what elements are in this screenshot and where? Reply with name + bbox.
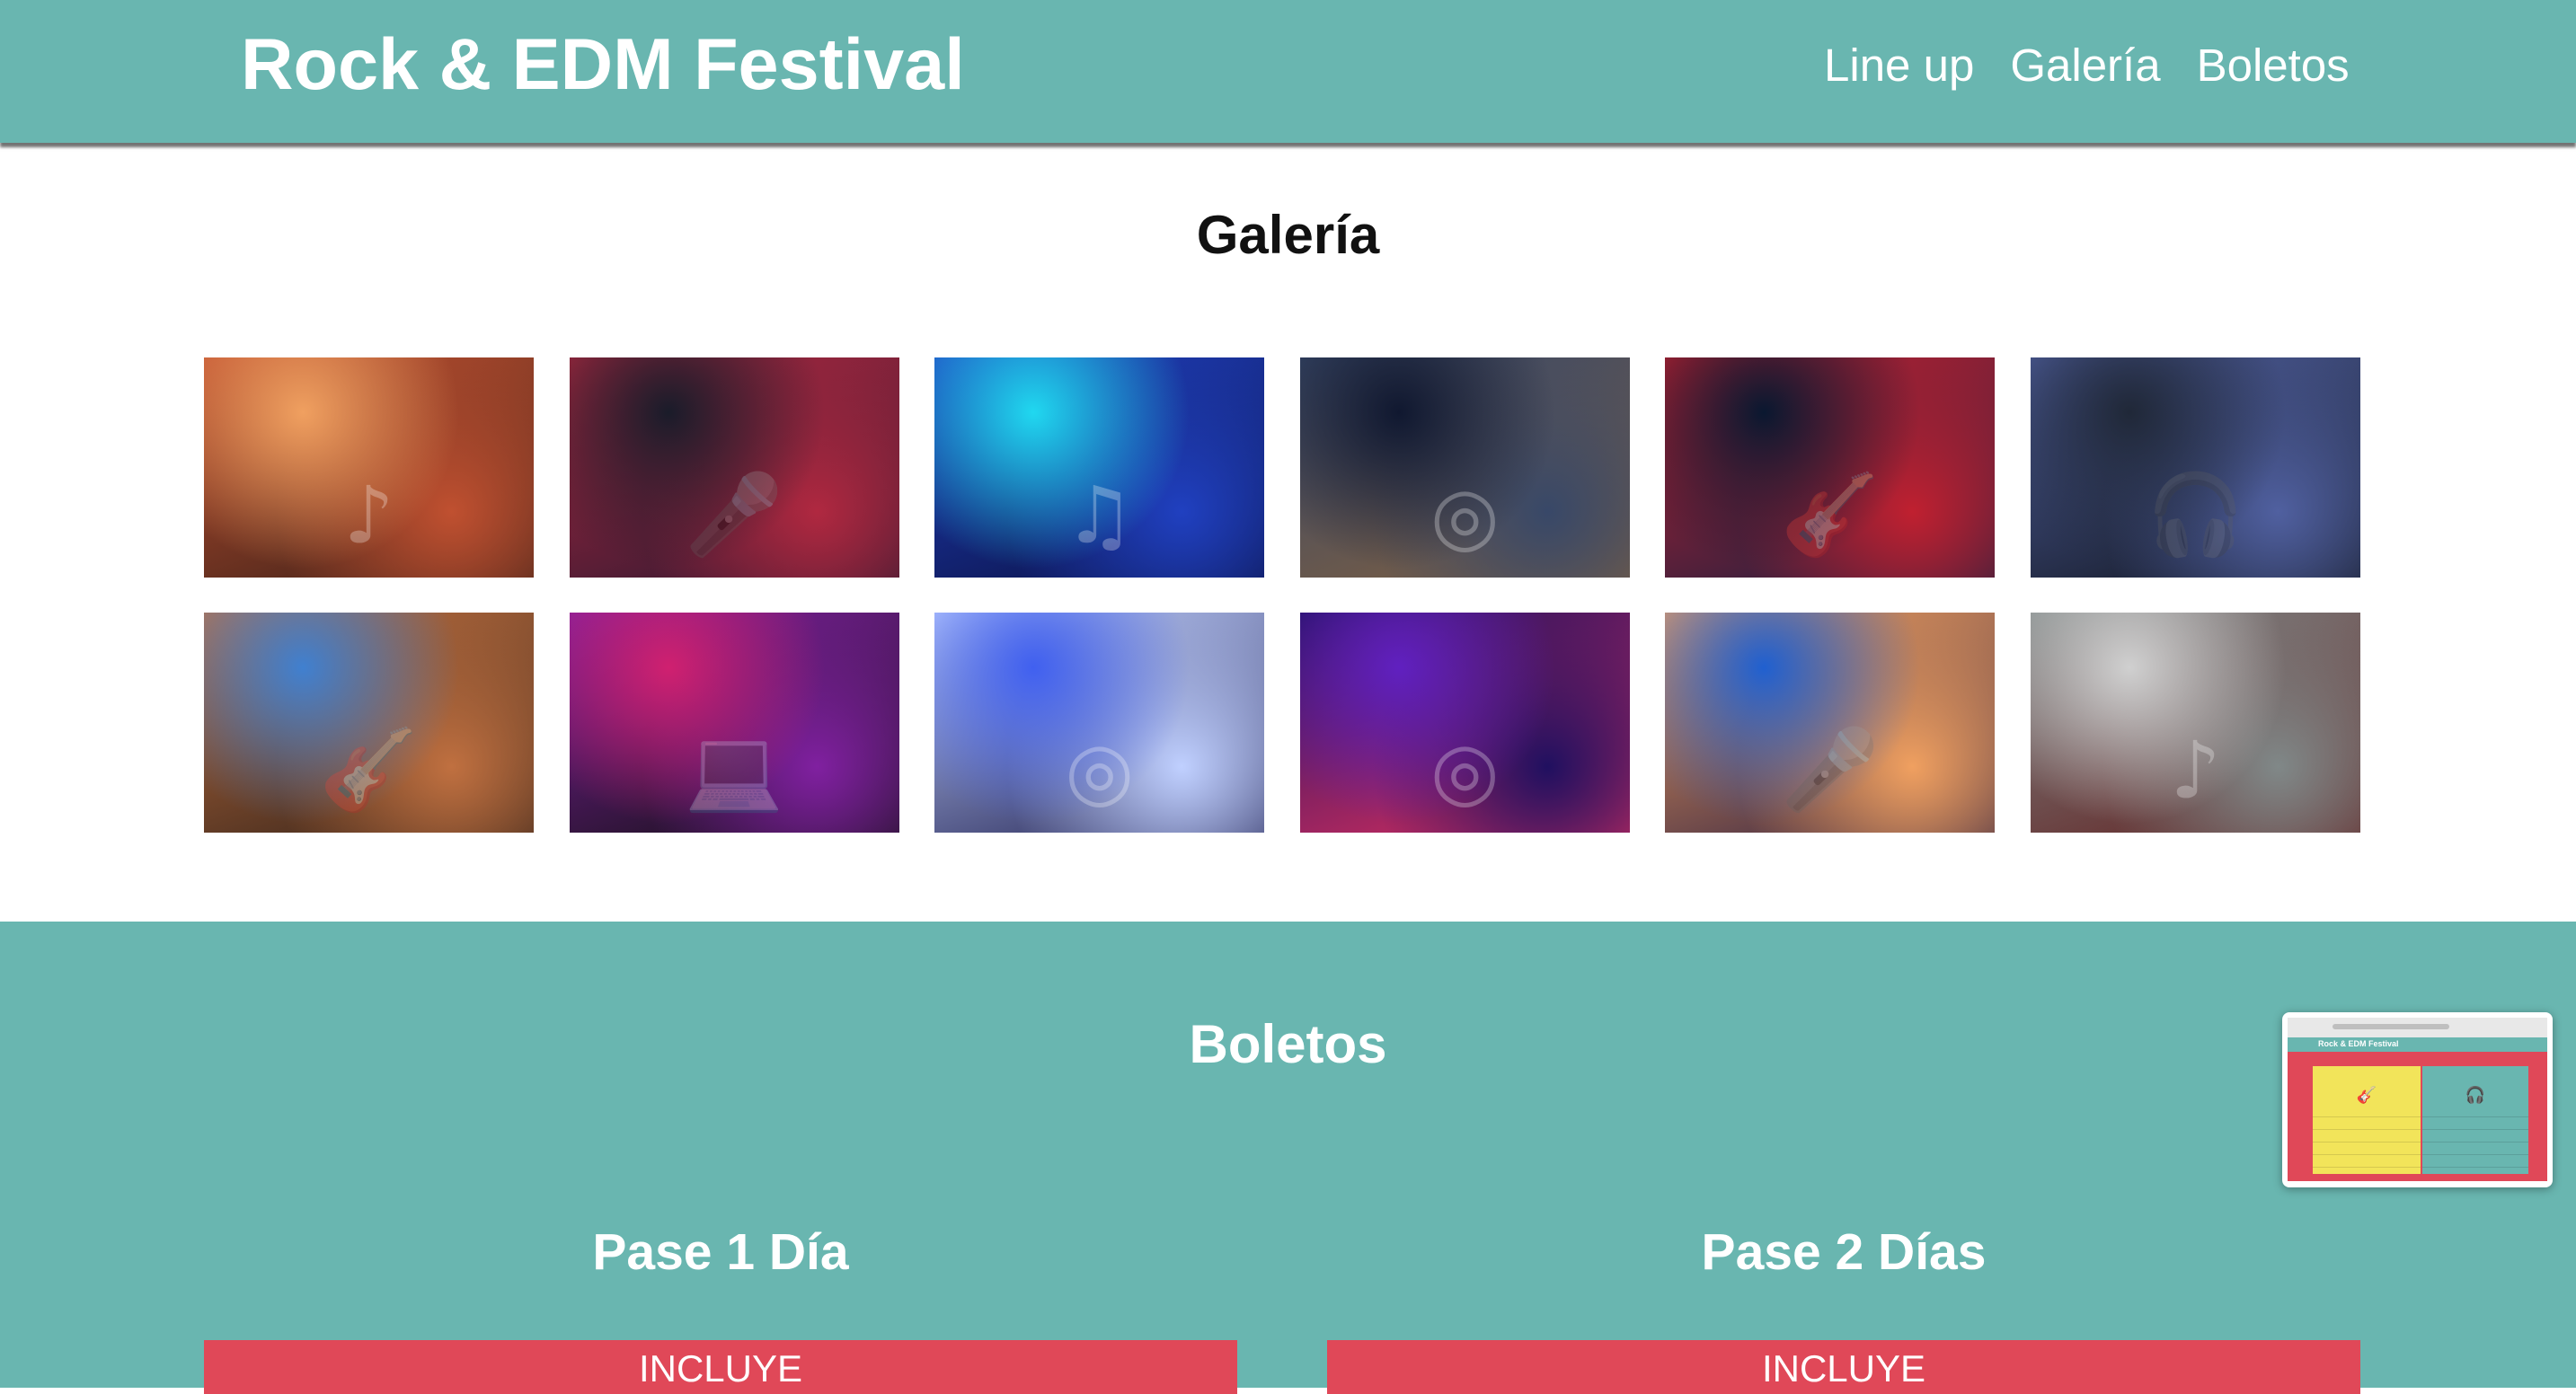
gallery-image-guitarist-singing[interactable]: 🎸 [1665,357,1996,578]
gallery-image-dj-mixer-hand[interactable]: ◎ [934,613,1265,833]
pass-one-day-title: Pase 1 Día [592,1223,849,1281]
gallery-title: Galería [1196,205,1380,265]
gallery-image-electric-guitars[interactable]: 🎸 [204,613,534,833]
gallery-image-dj-laptop-stage[interactable]: 💻 [569,613,899,833]
gallery-image-female-dj[interactable]: 🎧 [2030,357,2360,578]
gallery-image-rock-duo-singing[interactable]: 🎤 [1665,613,1996,833]
gallery-grid: ♪ 🎤 ♫ ◎ 🎸 🎧 🎸 💻 ◎ ◎ 🎤 ♪ [204,357,2360,833]
pass-one-day-includes-header: INCLUYE [204,1340,1237,1394]
headphones-icon: 🎧 [2465,1086,2486,1105]
gallery-image-crowd-concert[interactable]: ♪ [204,357,534,578]
main-nav: Line up Galería Boletos [1824,34,2350,97]
gallery-image-performer-smoke[interactable]: ♪ [2030,613,2360,833]
gallery-image-rock-singer-icon: 🎤 [685,468,783,560]
gallery-image-rock-singer[interactable]: 🎤 [569,357,899,578]
gallery-image-dj-laptop-stage-icon: 💻 [685,723,783,816]
preview-pass-card-right: 🎧 [2422,1066,2528,1174]
gallery-image-dj-mixer-hand-icon: ◎ [1065,724,1135,816]
preview-title: Rock & EDM Festival [2318,1039,2399,1048]
preview-header: Rock & EDM Festival [2288,1037,2547,1052]
preview-body: 🎸 🎧 [2288,1052,2547,1181]
gallery-image-rock-duo-singing-icon: 🎤 [1781,723,1880,816]
screenshot-preview-thumbnail[interactable]: Rock & EDM Festival 🎸 🎧 [2282,1012,2553,1187]
gallery-image-dj-controller-purple[interactable]: ◎ [1299,613,1630,833]
nav-link-galeria[interactable]: Galería [2010,34,2160,97]
nav-link-boletos[interactable]: Boletos [2197,34,2350,97]
gallery-image-crowd-concert-icon: ♪ [343,469,394,561]
gallery-image-female-dj-icon: 🎧 [2146,468,2245,560]
site-title[interactable]: Rock & EDM Festival [241,23,965,106]
pass-two-days-title: Pase 2 Días [1701,1223,1987,1281]
gallery-image-guitarist-singing-icon: 🎸 [1781,468,1880,560]
gallery-image-dj-controller-purple-icon: ◎ [1430,724,1500,816]
gallery-image-dj-turntables[interactable]: ◎ [1299,357,1630,578]
preview-browser-chrome [2288,1018,2547,1037]
gallery-image-performer-smoke-icon: ♪ [2170,724,2221,816]
nav-link-line-up[interactable]: Line up [1824,34,1974,97]
guitar-icon: 🎸 [2356,1086,2377,1105]
preview-pass-card-left: 🎸 [2313,1066,2421,1174]
tickets-title: Boletos [1189,1014,1387,1074]
pass-two-days-includes-header: INCLUYE [1327,1340,2360,1394]
gallery-image-edm-crowd-lights-icon: ♫ [1064,469,1136,561]
gallery-image-dj-turntables-icon: ◎ [1430,469,1500,561]
gallery-image-edm-crowd-lights[interactable]: ♫ [934,357,1265,578]
gallery-image-electric-guitars-icon: 🎸 [319,723,419,816]
site-header: Rock & EDM Festival Line up Galería Bole… [0,0,2576,143]
tickets-section: Boletos Pase 1 Día INCLUYE Pase 2 Días I… [0,922,2576,1394]
